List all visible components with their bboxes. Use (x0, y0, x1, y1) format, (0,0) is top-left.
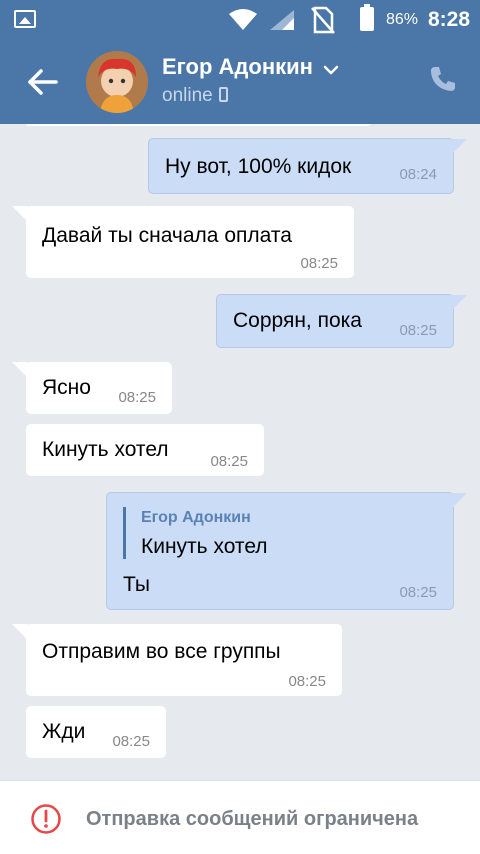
back-arrow-icon[interactable] (22, 62, 62, 102)
status-bar: 86% 8:28 (0, 0, 480, 40)
message-bubble-incoming[interactable]: Давай ты сначала оплата 08:25 (12, 206, 354, 278)
online-status: online (162, 85, 228, 107)
message-bubble-outgoing[interactable]: Ну вот, 100% кидок 08:24 (148, 138, 467, 194)
previous-message-edge (24, 124, 372, 126)
message-bubble-outgoing-reply[interactable]: Егор Адонкин Кинуть хотел Ты 08:25 (106, 492, 467, 610)
message-bubble-incoming[interactable]: Жди 08:25 (26, 706, 166, 758)
message-text: Давай ты сначала оплата (42, 224, 292, 247)
message-time: 08:25 (300, 255, 338, 272)
contact-name[interactable]: Егор Адонкин (162, 54, 339, 80)
wifi-icon (229, 9, 257, 30)
message-list[interactable]: Ну вот, 100% кидок 08:24 Давай ты сначал… (0, 124, 480, 780)
alert-circle-icon (31, 804, 61, 834)
message-time: 08:25 (210, 453, 248, 470)
message-text: Соррян, пока (233, 309, 362, 332)
message-time: 08:25 (399, 584, 437, 601)
reply-quote-bar (123, 507, 126, 559)
message-text: Отправим во все группы (42, 640, 281, 663)
avatar[interactable] (86, 51, 148, 113)
message-time: 08:25 (399, 322, 437, 339)
phone-call-icon[interactable] (428, 64, 458, 94)
message-bubble-incoming[interactable]: Кинуть хотел 08:25 (26, 424, 264, 476)
message-time: 08:25 (112, 733, 150, 750)
restriction-notice: Отправка сообщений ограничена (86, 808, 419, 830)
message-text: Кинуть хотел (42, 438, 169, 461)
message-bubble-incoming[interactable]: Отправим во все группы 08:25 (12, 624, 342, 696)
message-bubble-incoming[interactable]: Ясно 08:25 (12, 362, 172, 414)
battery-percent: 86% (386, 11, 419, 28)
chevron-down-icon (324, 65, 339, 75)
message-text: Ясно (42, 376, 91, 399)
clock: 8:28 (428, 8, 471, 31)
mobile-icon (218, 87, 228, 102)
chat-header: Егор Адонкин online (0, 40, 480, 124)
image-icon (14, 10, 36, 28)
message-time: 08:25 (288, 673, 326, 690)
battery-icon (360, 4, 374, 31)
message-text: Жди (42, 720, 86, 743)
reply-author[interactable]: Егор Адонкин (141, 509, 251, 527)
no-sim-icon (311, 6, 335, 34)
reply-quoted-text: Кинуть хотел (141, 535, 268, 558)
message-bubble-outgoing[interactable]: Соррян, пока 08:25 (216, 294, 467, 348)
signal-icon (270, 10, 294, 30)
message-time: 08:24 (399, 166, 437, 183)
message-text: Ну вот, 100% кидок (165, 155, 352, 178)
message-time: 08:25 (118, 389, 156, 406)
messaging-restricted-bar: Отправка сообщений ограничена (0, 780, 480, 854)
message-text: Ты (123, 573, 150, 596)
